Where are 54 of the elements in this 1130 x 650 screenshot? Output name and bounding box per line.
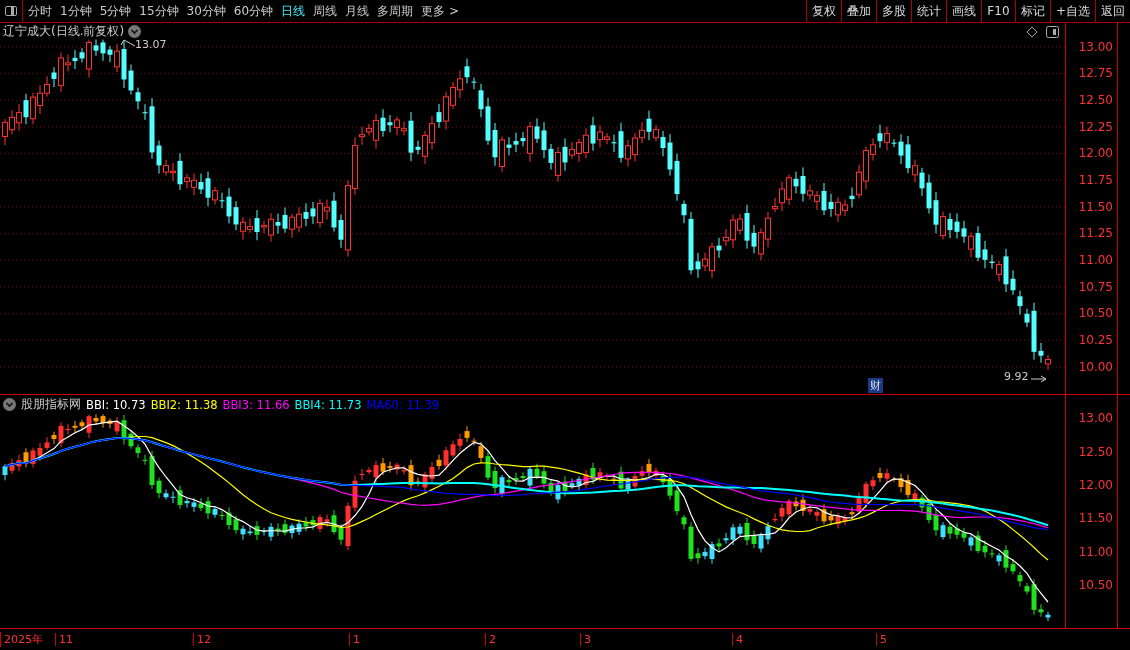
axis-label: 12.25	[1077, 118, 1114, 136]
date-label: 12	[193, 632, 349, 646]
event-badge[interactable]: 财	[868, 378, 883, 393]
axis-label: 12.00	[1077, 145, 1114, 163]
axis-label: 10.50	[1077, 305, 1114, 323]
axis-label: 12.50	[1077, 443, 1114, 461]
axis-label: 10.75	[1077, 278, 1114, 296]
period-tab[interactable]: 月线	[345, 2, 370, 20]
date-label: 11	[55, 632, 193, 646]
legend-value: BBI2: 11.38	[150, 397, 218, 412]
dropdown-icon[interactable]	[128, 25, 142, 38]
legend-value: BBI: 10.73	[86, 397, 146, 412]
period-tab[interactable]: 更多 >	[421, 2, 459, 20]
axis-label: 11.50	[1077, 510, 1114, 528]
axis-label: 10.50	[1077, 577, 1114, 595]
leader-line	[120, 39, 136, 47]
axis-label: 11.25	[1077, 225, 1114, 243]
date-label: 3	[580, 632, 732, 646]
axis-label: 13.00	[1077, 38, 1114, 56]
date-label: 4	[732, 632, 876, 646]
leader-line	[1030, 375, 1047, 383]
axis-label: 10.25	[1077, 331, 1114, 349]
axis-label: 13.00	[1077, 410, 1114, 428]
axis-label: 10.00	[1077, 358, 1114, 376]
axis-label: 12.50	[1077, 92, 1114, 109]
date-label: 2025年	[0, 631, 55, 647]
period-tab[interactable]: 分时	[28, 2, 52, 20]
high-price-label: 13.07	[135, 38, 167, 51]
period-tab[interactable]: 5分钟	[99, 2, 132, 20]
panel-toggle-icon[interactable]	[1046, 26, 1059, 38]
legend-value: MA60: 11.39	[366, 397, 440, 412]
low-price-label: 9.92	[1004, 370, 1029, 383]
period-tab[interactable]: 日线	[281, 2, 306, 20]
period-tab[interactable]: 15分钟	[139, 2, 179, 20]
date-label: 2	[485, 632, 580, 646]
axis-label: 11.00	[1077, 251, 1114, 269]
period-tab[interactable]: 60分钟	[233, 2, 274, 20]
axis-label: 11.00	[1077, 543, 1114, 561]
legend-value: BBI4: 11.73	[294, 397, 362, 412]
date-label: 1	[349, 632, 485, 646]
chart-title: 辽宁成大(日线.前复权)	[3, 23, 125, 40]
axis-label: 12.75	[1077, 65, 1114, 83]
axis-label: 11.50	[1077, 198, 1114, 216]
collapse-icon[interactable]	[3, 398, 16, 411]
period-tab[interactable]: 多周期	[377, 2, 414, 20]
diamond-icon[interactable]	[1026, 26, 1038, 38]
legend-value: BBI3: 11.66	[222, 397, 290, 412]
indicator-name: 股朋指标网	[21, 396, 81, 413]
axis-label: 12.00	[1077, 477, 1114, 495]
date-label: 5	[876, 632, 976, 646]
period-tab[interactable]: 1分钟	[60, 2, 92, 20]
period-tab[interactable]: 30分钟	[186, 2, 226, 20]
period-tab[interactable]: 周线	[313, 2, 338, 20]
axis-label: 11.75	[1077, 171, 1114, 189]
